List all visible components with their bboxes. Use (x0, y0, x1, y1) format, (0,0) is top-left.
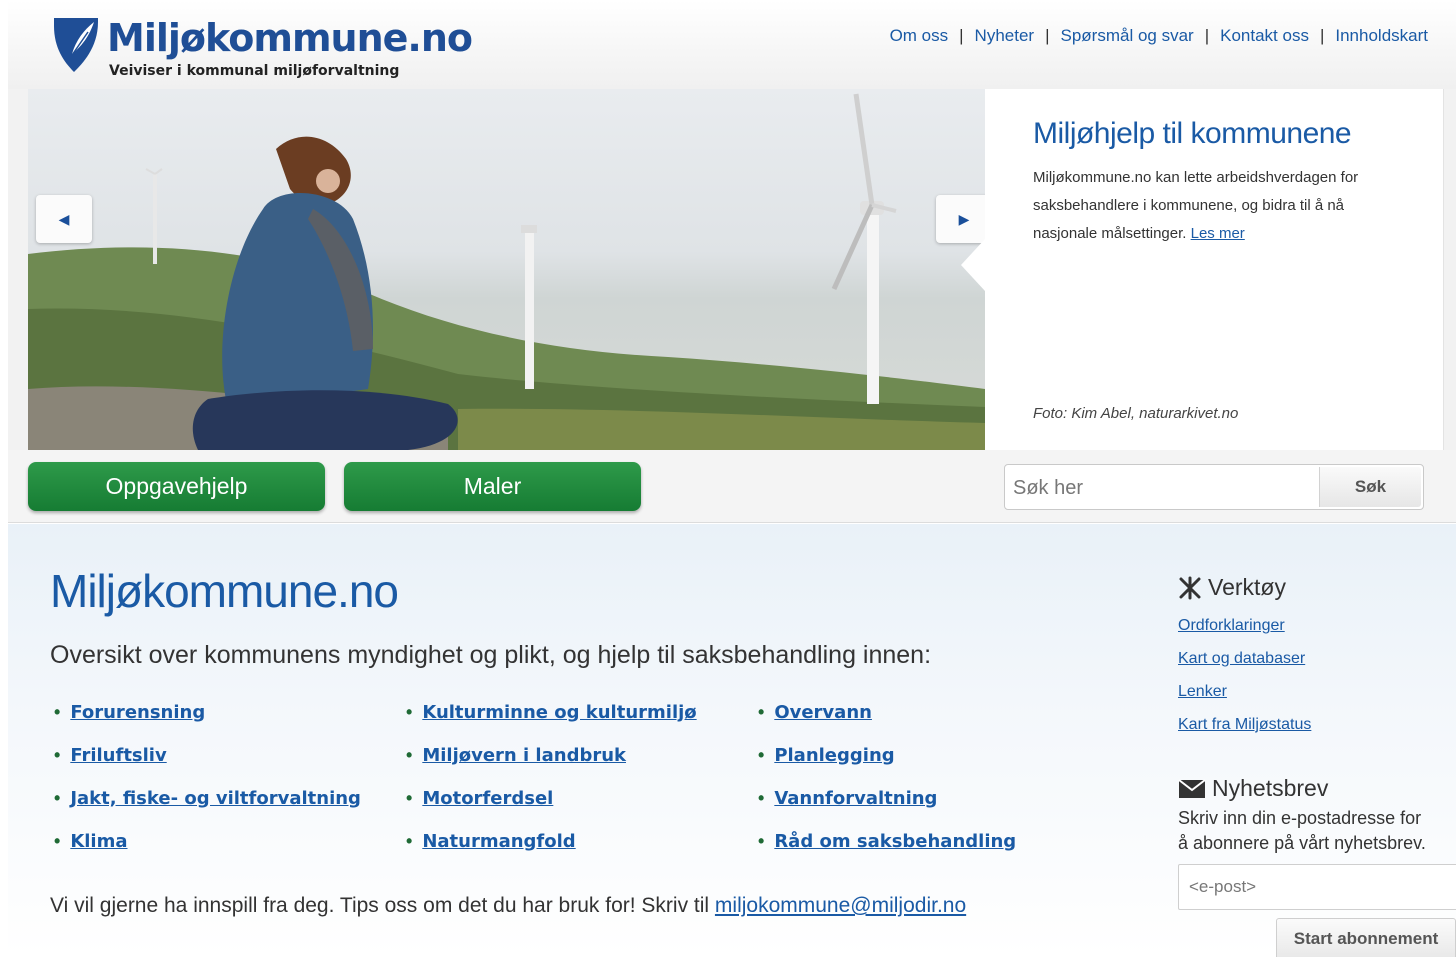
list-item: • Jakt, fiske- og viltforvaltning (54, 786, 406, 810)
slider-next-button[interactable]: ▶ (936, 195, 992, 243)
feedback-email-link[interactable]: miljokommune@miljodir.no (715, 894, 966, 917)
email-field-box (1178, 864, 1456, 910)
slider-photo (28, 89, 985, 450)
image-slider: ◀ ▶ Miljøhjelp til kommunene Miljøkommun… (8, 89, 1456, 450)
triangle-left-icon: ◀ (58, 210, 70, 227)
list-item: • Friluftsliv (54, 743, 406, 767)
caption-text: Miljøkommune.no kan lette arbeidshverdag… (1033, 164, 1403, 248)
topic-link-overvann[interactable]: Overvann (774, 702, 872, 723)
tools-link-ordforklaringer[interactable]: Ordforklaringer (1178, 609, 1456, 642)
list-item: • Kulturminne og kulturmiljø (406, 700, 758, 724)
site-header: Miljøkommune.no Veiviser i kommunal milj… (8, 0, 1456, 89)
page-title: Miljøkommune.no (50, 565, 399, 617)
list-item: • Vannforvaltning (758, 786, 1110, 810)
nav-sporsmal-og-svar[interactable]: Spørsmål og svar (1061, 26, 1194, 46)
feedback-text: Vi vil gjerne ha innspill fra deg. Tips … (50, 894, 966, 918)
action-bar: Oppgavehjelp Maler Søk (8, 450, 1456, 523)
tools-heading: Verktøy (1178, 574, 1456, 601)
intro-text: Oversikt over kommunens myndighet og pli… (50, 641, 932, 669)
bullet-icon: • (54, 830, 61, 851)
bullet-icon: • (758, 744, 765, 765)
nav-innholdskart[interactable]: Innholdskart (1335, 26, 1428, 46)
bullet-icon: • (54, 701, 61, 722)
main-content: Miljøkommune.no Oversikt over kommunens … (8, 524, 1456, 957)
bullet-icon: • (406, 787, 413, 808)
read-more-link[interactable]: Les mer (1191, 225, 1245, 242)
list-item: • Råd om saksbehandling (758, 829, 1110, 853)
caption-title: Miljøhjelp til kommunene (1033, 117, 1352, 150)
bullet-icon: • (406, 744, 413, 765)
topic-link-vannforvaltning[interactable]: Vannforvaltning (774, 788, 937, 809)
sidebar: Verktøy Ordforklaringer Kart og database… (1178, 574, 1456, 957)
topic-link-planlegging[interactable]: Planlegging (774, 745, 894, 766)
topic-link-rad-om-saksbehandling[interactable]: Råd om saksbehandling (774, 831, 1016, 852)
tools-links: Ordforklaringer Kart og databaser Lenker… (1178, 609, 1456, 741)
subscribe-button[interactable]: Start abonnement (1276, 918, 1456, 957)
tools-icon (1178, 576, 1202, 600)
topic-link-jakt-fiske[interactable]: Jakt, fiske- og viltforvaltning (70, 788, 361, 809)
tools-link-kart-og-databaser[interactable]: Kart og databaser (1178, 642, 1456, 675)
slider-photo-illustration (28, 93, 985, 450)
topic-link-motorferdsel[interactable]: Motorferdsel (422, 788, 553, 809)
list-item: • Naturmangfold (406, 829, 758, 853)
bullet-icon: • (54, 787, 61, 808)
bullet-icon: • (758, 701, 765, 722)
topic-link-kulturminne[interactable]: Kulturminne og kulturmiljø (422, 702, 696, 723)
list-item: • Miljøvern i landbruk (406, 743, 758, 767)
list-item: • Klima (54, 829, 406, 853)
site-logo[interactable]: Miljøkommune.no Veiviser i kommunal milj… (52, 10, 473, 80)
bullet-icon: • (54, 744, 61, 765)
maler-button[interactable]: Maler (344, 462, 641, 511)
topic-link-friluftsliv[interactable]: Friluftsliv (70, 745, 166, 766)
slider-caption: Miljøhjelp til kommunene Miljøkommune.no… (961, 89, 1444, 450)
tools-link-lenker[interactable]: Lenker (1178, 675, 1456, 708)
nav-separator: | (1045, 26, 1050, 45)
list-item: • Planlegging (758, 743, 1110, 767)
search-box: Søk (1004, 464, 1424, 510)
top-navigation: Om oss | Nyheter | Spørsmål og svar | Ko… (890, 26, 1428, 46)
newsletter-text-line-1: Skriv inn din e-postadresse for (1178, 808, 1422, 828)
search-button[interactable]: Søk (1319, 467, 1421, 507)
triangle-right-icon: ▶ (958, 210, 970, 227)
nav-om-oss[interactable]: Om oss (890, 26, 949, 46)
topic-link-naturmangfold[interactable]: Naturmangfold (422, 831, 575, 852)
bullet-icon: • (758, 830, 765, 851)
list-item: • Motorferdsel (406, 786, 758, 810)
bullet-icon: • (406, 701, 413, 722)
newsletter-text-line-2: å abonnere på vårt nyhetsbrev. (1178, 833, 1426, 853)
list-item: • Overvann (758, 700, 1110, 724)
nav-separator: | (1204, 26, 1210, 45)
nav-separator: | (1319, 26, 1325, 45)
envelope-icon (1178, 778, 1206, 799)
tools-link-kart-fra-miljostatus[interactable]: Kart fra Miljøstatus (1178, 708, 1456, 741)
search-input[interactable] (1013, 471, 1313, 505)
logo-shield-icon (54, 18, 98, 72)
topic-link-miljovern-landbruk[interactable]: Miljøvern i landbruk (422, 745, 626, 766)
tools-title: Verktøy (1208, 574, 1286, 600)
topic-link-forurensning[interactable]: Forurensning (70, 702, 205, 723)
logo-subtitle: Veiviser i kommunal miljøforvaltning (109, 63, 400, 79)
bullet-icon: • (758, 787, 765, 808)
logo-title: Miljøkommune.no (107, 16, 473, 60)
nav-separator: | (959, 26, 964, 45)
email-field[interactable] (1189, 873, 1449, 901)
topic-link-klima[interactable]: Klima (70, 831, 127, 852)
photo-credit: Foto: Kim Abel, naturarkivet.no (1033, 405, 1239, 422)
nav-nyheter[interactable]: Nyheter (975, 26, 1035, 46)
newsletter-heading: Nyhetsbrev (1178, 775, 1456, 802)
slider-prev-button[interactable]: ◀ (36, 195, 92, 243)
oppgavehjelp-button[interactable]: Oppgavehjelp (28, 462, 325, 511)
nav-kontakt-oss[interactable]: Kontakt oss (1220, 26, 1309, 46)
topic-list: • Forurensning • Kulturminne og kulturmilj… (54, 700, 1114, 853)
feedback-body: Vi vil gjerne ha innspill fra deg. Tips … (50, 894, 715, 917)
list-item: • Forurensning (54, 700, 406, 724)
newsletter-title: Nyhetsbrev (1212, 775, 1329, 801)
bullet-icon: • (406, 830, 413, 851)
